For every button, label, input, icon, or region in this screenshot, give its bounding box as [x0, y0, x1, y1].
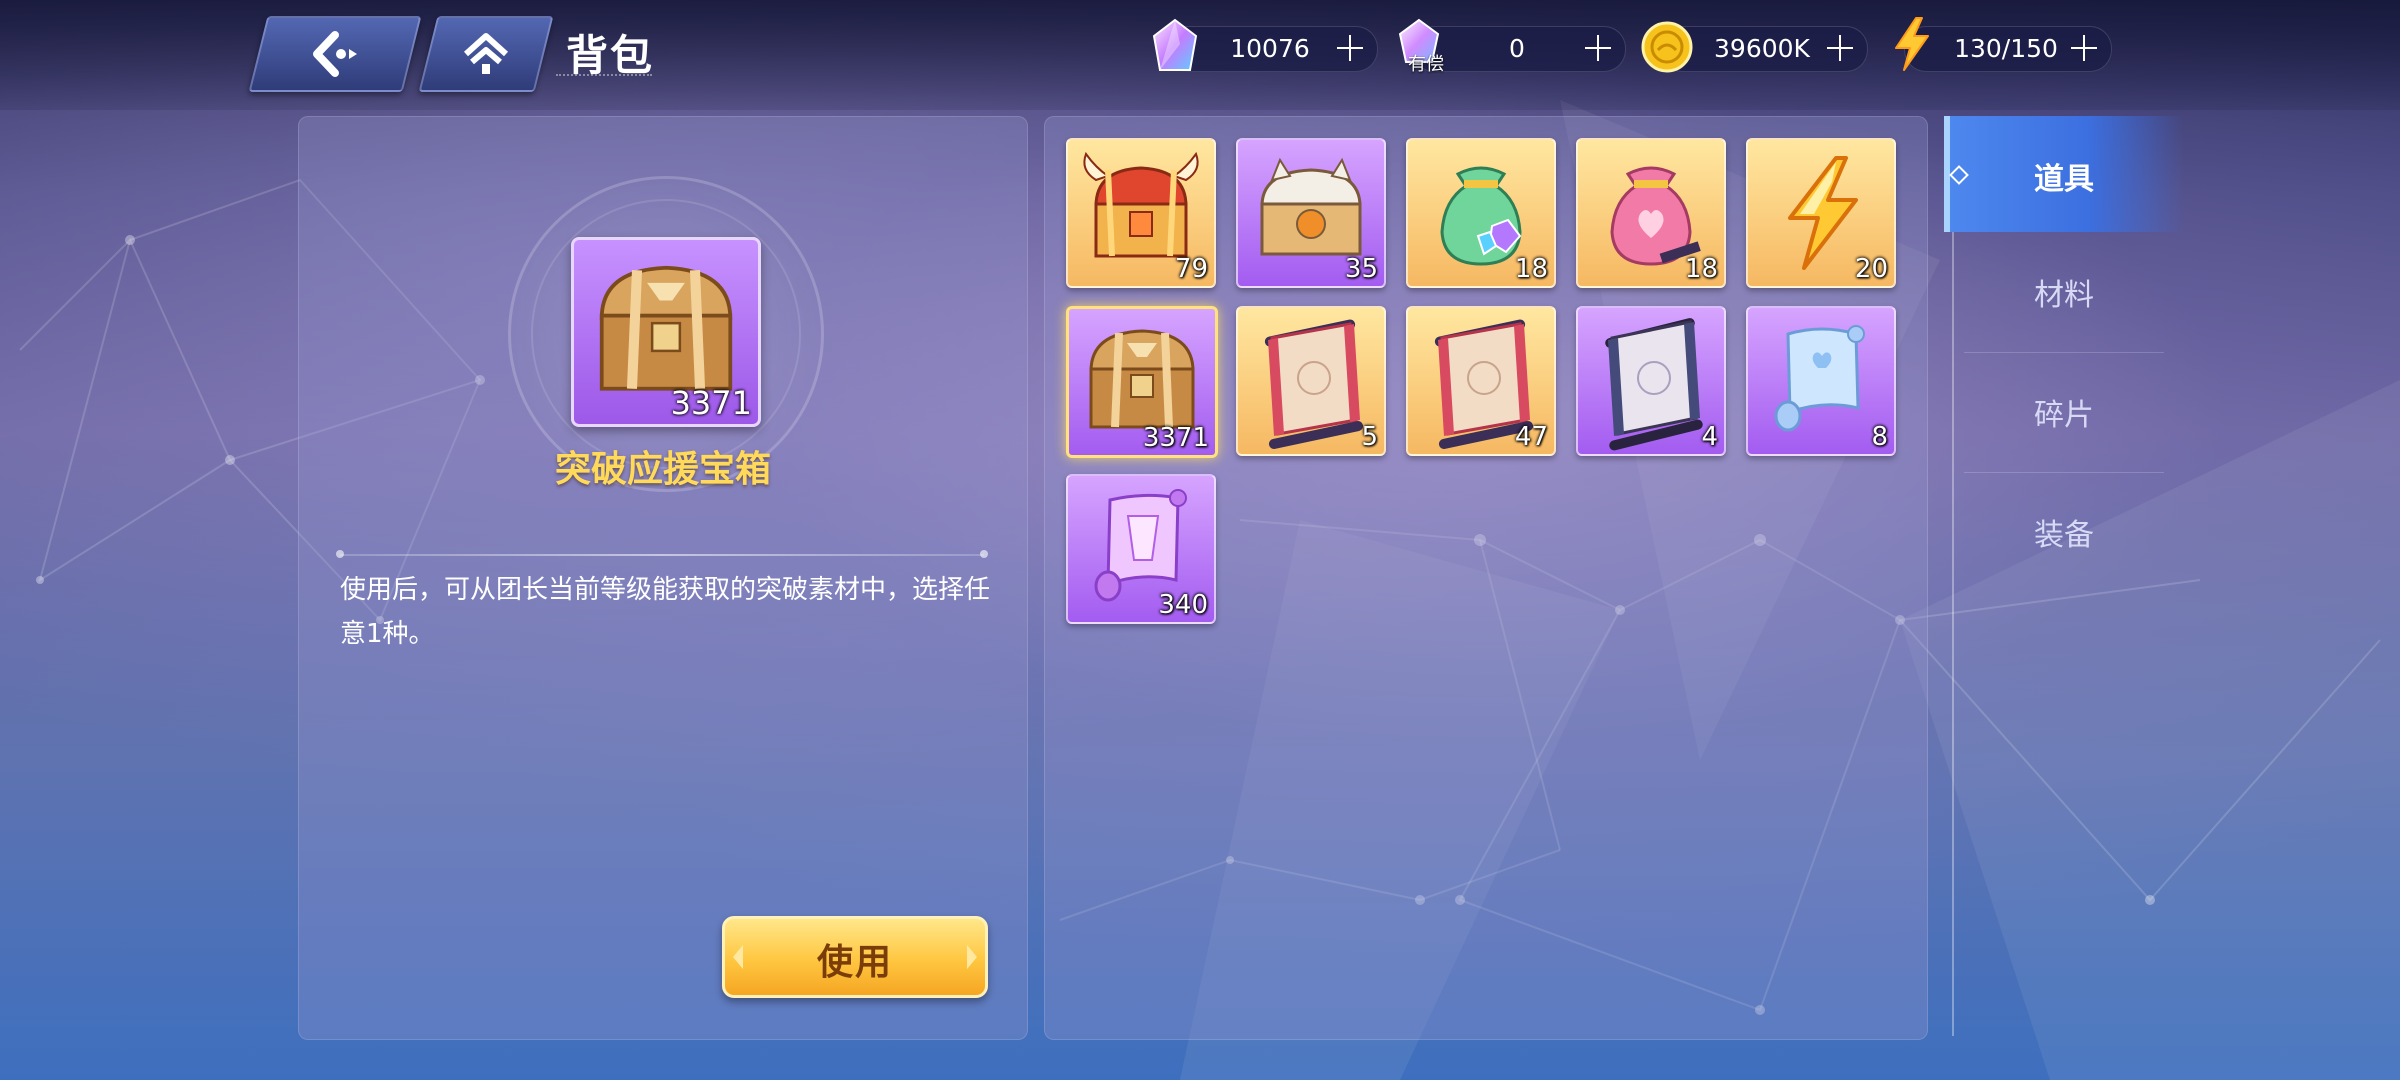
inventory-item[interactable]: 3371 — [1066, 306, 1218, 458]
inventory-item[interactable]: 8 — [1746, 306, 1896, 456]
detail-divider — [336, 550, 988, 558]
item-count: 8 — [1871, 422, 1888, 452]
add-paid-gem-button[interactable] — [1583, 33, 1613, 63]
coin-icon — [1641, 21, 1693, 73]
paid-gem-label: 有偿 — [1408, 54, 1444, 75]
item-count: 5 — [1361, 422, 1378, 452]
item-count: 3371 — [1142, 423, 1209, 453]
add-stamina-button[interactable] — [2069, 33, 2099, 63]
tab-fragments[interactable]: 碎片 — [1944, 352, 2184, 468]
inventory-item[interactable]: 5 — [1236, 306, 1386, 456]
item-count: 79 — [1174, 254, 1208, 284]
crystal-icon — [1152, 18, 1198, 71]
item-count: 340 — [1158, 590, 1208, 620]
inventory-item[interactable]: 79 — [1066, 138, 1216, 288]
tab-label: 材料 — [2034, 278, 2094, 313]
tab-label: 道具 — [2034, 162, 2094, 197]
inventory-item[interactable]: 20 — [1746, 138, 1896, 288]
tab-items[interactable]: 道具 — [1944, 116, 2184, 232]
tab-label: 装备 — [2034, 518, 2094, 553]
stamina-value: 130/150 — [1954, 34, 2058, 63]
item-count: 20 — [1854, 254, 1888, 284]
back-arrow-icon — [313, 31, 357, 77]
inventory-item[interactable]: 35 — [1236, 138, 1386, 288]
inventory-item[interactable]: 18 — [1406, 138, 1556, 288]
paid-gem-value: 0 — [1509, 34, 1525, 63]
gem-value: 10076 — [1230, 34, 1310, 63]
item-count: 4 — [1701, 422, 1718, 452]
home-icon — [463, 33, 509, 74]
back-button[interactable] — [248, 16, 422, 92]
item-count: 35 — [1344, 254, 1378, 284]
use-button[interactable]: 使用 — [722, 916, 988, 998]
tab-materials[interactable]: 材料 — [1944, 232, 2184, 348]
inventory-item[interactable]: 18 — [1576, 138, 1726, 288]
stamina-resource: 130/150 — [1904, 26, 2112, 72]
gold-value: 39600K — [1714, 34, 1810, 63]
item-count: 18 — [1684, 254, 1718, 284]
selected-item-card: 3371 — [571, 237, 761, 427]
tab-equipment[interactable]: 装备 — [1944, 472, 2184, 588]
selected-item-description: 使用后，可从团长当前等级能获取的突破素材中，选择任意1种。 — [340, 575, 991, 649]
item-count: 47 — [1514, 422, 1548, 452]
inventory-item[interactable]: 4 — [1576, 306, 1726, 456]
selected-item-name: 突破应援宝箱 — [554, 449, 771, 490]
use-button-label: 使用 — [816, 942, 893, 983]
add-gold-button[interactable] — [1825, 33, 1855, 63]
selected-item-count: 3371 — [670, 384, 752, 422]
lightning-icon — [1895, 17, 1929, 71]
paid-gem-resource: 0 — [1412, 26, 1626, 72]
home-button[interactable] — [418, 16, 554, 92]
item-count: 18 — [1514, 254, 1548, 284]
add-gem-button[interactable] — [1335, 33, 1365, 63]
inventory-item[interactable]: 340 — [1066, 474, 1216, 624]
title-underline — [556, 74, 652, 76]
tab-label: 碎片 — [2034, 398, 2094, 433]
inventory-item[interactable]: 47 — [1406, 306, 1556, 456]
